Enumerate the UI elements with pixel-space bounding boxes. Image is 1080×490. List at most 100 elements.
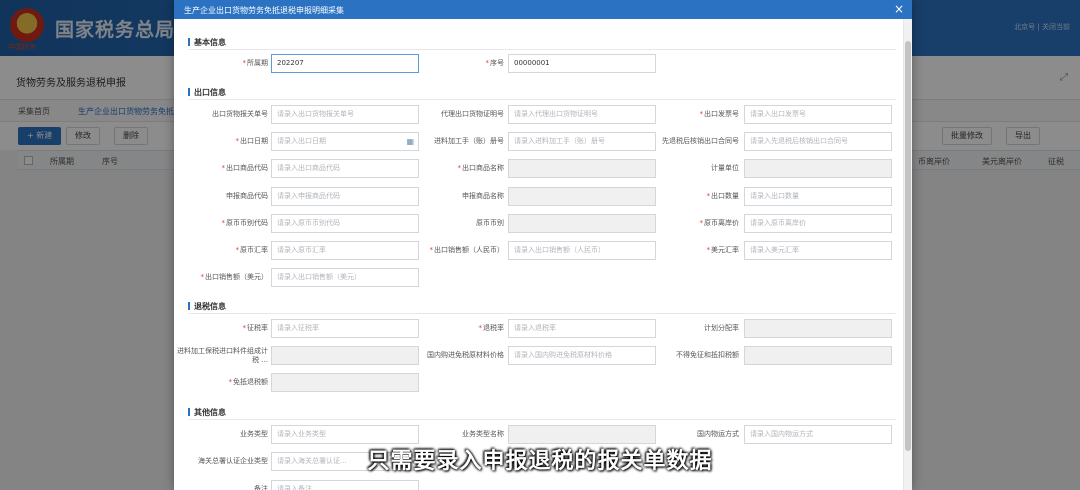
other-field-input[interactable]: 请录入业务类型 xyxy=(271,425,419,444)
required-mark: * xyxy=(699,219,704,227)
field-label: *出口销售额（美元） xyxy=(176,273,269,282)
required-mark: * xyxy=(706,192,711,200)
field-label: 先退税后核销出口合同号 xyxy=(647,137,739,146)
input-text: 00000001 xyxy=(514,59,550,67)
divider xyxy=(188,49,896,50)
export-field-input[interactable]: 请录入出口商品代码 xyxy=(271,159,419,178)
field-label: 业务类型 xyxy=(176,430,268,439)
field-label-text: 申报商品名称 xyxy=(462,192,504,200)
field-label: *序号 xyxy=(412,59,505,68)
export-field-input xyxy=(508,214,656,233)
basic-field-input[interactable]: 00000001 xyxy=(508,54,656,73)
refund-field-input xyxy=(744,346,892,365)
field-label-text: 原币币别 xyxy=(476,219,504,227)
input-text: 请录入原币币别代码 xyxy=(277,219,340,227)
section-refund: 退税信息 xyxy=(188,301,226,312)
input-text: 请录入进料加工手（账）册号 xyxy=(514,137,605,145)
field-label: 计量单位 xyxy=(647,164,739,173)
field-label: *美元汇率 xyxy=(647,246,740,255)
required-mark: * xyxy=(242,59,247,67)
field-label: 进料加工手（账）册号 xyxy=(412,137,504,146)
refund-field-input[interactable]: 请录入国内购进免税原材料价格 xyxy=(508,346,656,365)
refund-field-input xyxy=(271,373,419,392)
dialog-body: 基本信息 出口信息 退税信息 其他信息 *所属期 202207 *序号 0000000… xyxy=(174,19,912,490)
field-label: *退税率 xyxy=(412,324,505,333)
export-field-input[interactable]: 请录入进料加工手（账）册号 xyxy=(508,132,656,151)
video-caption: 只需要录入申报退税的报关单数据 xyxy=(367,449,713,474)
close-icon[interactable]: × xyxy=(894,2,904,16)
field-label-text: 代理出口货物证明号 xyxy=(441,110,504,118)
refund-field-input[interactable]: 请录入征税率 xyxy=(271,319,419,338)
export-field-input[interactable]: 请录入美元汇率 xyxy=(744,241,892,260)
divider xyxy=(188,313,896,314)
export-field-input[interactable]: 请录入原币离岸价 xyxy=(744,214,892,233)
input-text: 请录入美元汇率 xyxy=(750,246,799,254)
required-mark: * xyxy=(228,378,233,386)
field-label: 国内物运方式 xyxy=(647,430,739,439)
input-text: 请录入原币汇率 xyxy=(277,246,326,254)
field-label-text: 申报商品代码 xyxy=(226,192,268,200)
export-field-input[interactable]: 请录入出口销售额（人民币） xyxy=(508,241,656,260)
field-label-text: 计量单位 xyxy=(711,164,739,172)
required-mark: * xyxy=(699,110,704,118)
export-field-input[interactable]: 请录入原币汇率 xyxy=(271,241,419,260)
period-input[interactable]: 202207 xyxy=(271,54,419,73)
field-label: *原币汇率 xyxy=(176,246,269,255)
refund-field-input xyxy=(271,346,419,365)
input-text: 请录入原币离岸价 xyxy=(750,219,806,227)
field-label-text: 序号 xyxy=(490,59,504,67)
field-label-text: 备注 xyxy=(254,485,268,490)
required-mark: * xyxy=(706,246,711,254)
field-label-text: 出口发票号 xyxy=(704,110,739,118)
export-field-input[interactable]: 请录入出口货物报关单号 xyxy=(271,105,419,124)
field-label: *出口数量 xyxy=(647,192,740,201)
other-field-input[interactable]: 请录入备注 xyxy=(271,480,419,490)
field-label-text: 进料加工手（账）册号 xyxy=(434,137,504,145)
field-label: 申报商品代码 xyxy=(176,192,268,201)
field-label: 国内购进免税原材料价格 xyxy=(412,351,504,360)
export-field-input[interactable]: 请录入出口销售额（美元） xyxy=(271,268,419,287)
export-field-input xyxy=(508,159,656,178)
export-field-input[interactable]: 请录入申报商品代码 xyxy=(271,187,419,206)
export-field-input[interactable]: 请录入出口日期 ▦ xyxy=(271,132,419,151)
field-label-text: 原币币别代码 xyxy=(226,219,268,227)
field-label: *出口商品代码 xyxy=(176,164,269,173)
export-field-input[interactable]: 请录入原币币别代码 xyxy=(271,214,419,233)
required-mark: * xyxy=(478,324,483,332)
export-field-input[interactable]: 请录入出口数量 xyxy=(744,187,892,206)
refund-field-input[interactable]: 请录入退税率 xyxy=(508,319,656,338)
required-mark: * xyxy=(200,273,205,281)
field-label: *原币离岸价 xyxy=(647,219,740,228)
input-text: 请录入出口发票号 xyxy=(750,110,806,118)
refund-field-input xyxy=(744,319,892,338)
field-label-text: 国内购进免税原材料价格 xyxy=(427,351,504,359)
required-mark: * xyxy=(242,324,247,332)
dialog-title: 生产企业出口货物劳务免抵退税申报明细采集 xyxy=(184,6,344,15)
export-field-input[interactable]: 请录入出口发票号 xyxy=(744,105,892,124)
input-text: 请录入业务类型 xyxy=(277,430,326,438)
field-label: 申报商品名称 xyxy=(412,192,504,201)
dialog-scrollbar[interactable] xyxy=(903,19,912,490)
field-label-text: 出口数量 xyxy=(711,192,739,200)
field-label-text: 原币汇率 xyxy=(240,246,268,254)
required-mark: * xyxy=(457,164,462,172)
dialog-header: 生产企业出口货物劳务免抵退税申报明细采集 × xyxy=(174,0,912,19)
field-label-text: 免抵退税额 xyxy=(233,378,268,386)
field-label: *出口日期 xyxy=(176,137,269,146)
field-label-text: 业务类型名称 xyxy=(462,430,504,438)
required-mark: * xyxy=(221,164,226,172)
other-field-input[interactable]: 请录入国内物运方式 xyxy=(744,425,892,444)
field-label-text: 出口商品代码 xyxy=(226,164,268,172)
section-basic: 基本信息 xyxy=(188,37,226,48)
section-export: 出口信息 xyxy=(188,87,226,98)
field-label: 备注 xyxy=(176,485,268,490)
required-mark: * xyxy=(485,59,490,67)
export-field-input[interactable]: 请录入代理出口货物证明号 xyxy=(508,105,656,124)
export-field-input[interactable]: 请录入先退税后核销出口合同号 xyxy=(744,132,892,151)
field-label-text: 不得免征和抵扣税额 xyxy=(676,351,739,359)
field-label-text: 国内物运方式 xyxy=(697,430,739,438)
field-label: 进料加工保税进口料件组成计税 ... xyxy=(176,347,268,365)
field-label-text: 出口日期 xyxy=(240,137,268,145)
scrollbar-thumb[interactable] xyxy=(905,41,911,451)
field-label-text: 计划分配率 xyxy=(704,324,739,332)
